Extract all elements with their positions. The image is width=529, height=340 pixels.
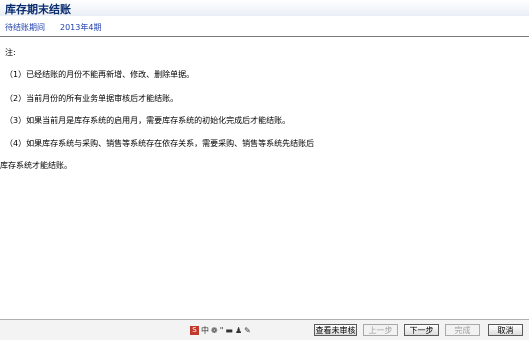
note-item-continued: 库存系统才能结账。 bbox=[0, 161, 72, 170]
cancel-button[interactable]: 取消 bbox=[488, 324, 523, 336]
ime-settings-icon[interactable]: ✎ bbox=[244, 326, 251, 335]
next-button[interactable]: 下一步 bbox=[404, 324, 439, 336]
view-unaudited-button[interactable]: 查看未审核 bbox=[314, 324, 357, 336]
ime-user-icon[interactable]: ♟ bbox=[235, 326, 242, 335]
note-item: （1）已经结账的月份不能再新增、修改、删除单据。 bbox=[5, 70, 195, 79]
page-title: 库存期末结账 bbox=[5, 3, 71, 16]
notes-heading: 注: bbox=[5, 48, 16, 57]
period-value: 2013年4期 bbox=[60, 23, 102, 32]
note-item: （2）当前月份的所有业务单据审核后才能结账。 bbox=[5, 94, 179, 103]
ime-punctuation-icon[interactable]: " bbox=[220, 326, 224, 335]
footer-bar: S 中 ❁ " ▬ ♟ ✎ 查看未审核 上一步 下一步 完成 取消 bbox=[0, 319, 529, 340]
ime-keyboard-icon[interactable]: ▬ bbox=[225, 326, 233, 335]
note-item: （4）如果库存系统与采购、销售等系统存在依存关系，需要采购、销售等系统先结账后 bbox=[5, 139, 315, 148]
note-item: （3）如果当前月是库存系统的启用月，需要库存系统的初始化完成后才能结账。 bbox=[5, 116, 291, 125]
ime-mode-label[interactable]: 中 bbox=[201, 325, 209, 336]
period-label: 待结账期间 bbox=[5, 23, 45, 32]
finish-button[interactable]: 完成 bbox=[445, 324, 480, 336]
ime-toolbar[interactable]: S 中 ❁ " ▬ ♟ ✎ bbox=[190, 324, 251, 336]
period-row: 待结账期间 2013年4期 bbox=[0, 16, 529, 37]
ime-moon-icon[interactable]: ❁ bbox=[211, 326, 218, 335]
previous-button[interactable]: 上一步 bbox=[363, 324, 398, 336]
title-bar: 库存期末结账 bbox=[0, 0, 529, 16]
ime-logo-icon[interactable]: S bbox=[190, 325, 199, 335]
